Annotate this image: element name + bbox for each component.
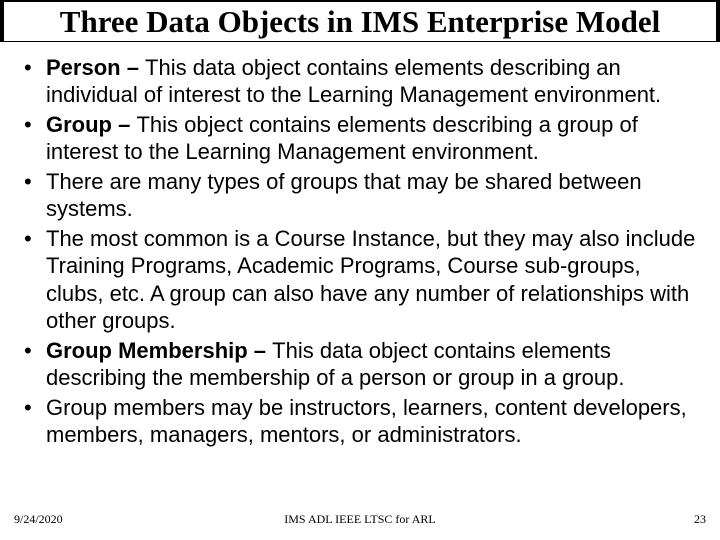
bullet-list: Person – This data object contains eleme… bbox=[18, 54, 702, 449]
list-item: Group members may be instructors, learne… bbox=[18, 394, 702, 449]
list-item: There are many types of groups that may … bbox=[18, 168, 702, 223]
bullet-lead: Group – bbox=[46, 112, 136, 137]
title-bar: Three Data Objects in IMS Enterprise Mod… bbox=[0, 0, 720, 42]
list-item: Person – This data object contains eleme… bbox=[18, 54, 702, 109]
list-item: Group – This object contains elements de… bbox=[18, 111, 702, 166]
bullet-text: There are many types of groups that may … bbox=[46, 169, 642, 222]
bullet-text: Group members may be instructors, learne… bbox=[46, 395, 687, 448]
bullet-lead: Group Membership – bbox=[46, 338, 272, 363]
footer-center: IMS ADL IEEE LTSC for ARL bbox=[0, 512, 720, 527]
list-item: The most common is a Course Instance, bu… bbox=[18, 225, 702, 335]
bullet-lead: Person – bbox=[46, 55, 145, 80]
bullet-text: The most common is a Course Instance, bu… bbox=[46, 226, 695, 334]
list-item: Group Membership – This data object cont… bbox=[18, 337, 702, 392]
slide-body: Person – This data object contains eleme… bbox=[0, 42, 720, 449]
footer-page-number: 23 bbox=[694, 512, 706, 527]
slide-title: Three Data Objects in IMS Enterprise Mod… bbox=[4, 2, 716, 41]
